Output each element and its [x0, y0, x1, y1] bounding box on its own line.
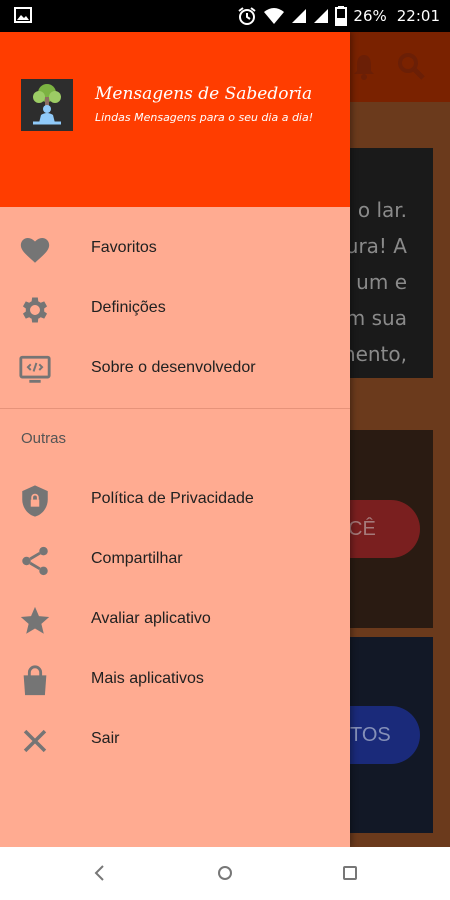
- clock: 22:01: [396, 7, 440, 25]
- menu-item-label: Sair: [91, 730, 120, 747]
- shopping-bag-icon: [18, 664, 52, 698]
- app-title: Mensagens de Sabedoria: [95, 84, 313, 104]
- app-logo: [21, 79, 73, 131]
- notification-bell-icon[interactable]: [350, 52, 378, 85]
- quote-line: ura! A: [345, 234, 407, 258]
- back-icon[interactable]: [88, 861, 112, 885]
- search-icon[interactable]: [397, 52, 425, 85]
- status-bar: 26% 22:01: [0, 0, 450, 32]
- wifi-icon: [263, 7, 285, 25]
- menu-item-label: Compartilhar: [91, 550, 183, 567]
- menu-item-avaliar[interactable]: Avaliar aplicativo: [0, 592, 350, 648]
- menu-item-favoritos[interactable]: Favoritos: [0, 221, 350, 277]
- gear-icon: [18, 293, 52, 327]
- menu-item-mais-aplicativos[interactable]: Mais aplicativos: [0, 652, 350, 708]
- menu-item-label: Favoritos: [91, 239, 157, 256]
- gallery-notification-icon: [14, 7, 32, 23]
- drawer-header: Mensagens de Sabedoria Lindas Mensagens …: [0, 32, 350, 207]
- home-icon[interactable]: [213, 861, 237, 885]
- heart-icon: [18, 233, 52, 267]
- quote-line: o lar.: [357, 198, 407, 222]
- menu-item-label: Mais aplicativos: [91, 670, 204, 687]
- alarm-icon: [237, 6, 257, 26]
- recents-icon[interactable]: [338, 861, 362, 885]
- battery-percent: 26%: [353, 7, 387, 25]
- menu-item-compartilhar[interactable]: Compartilhar: [0, 532, 350, 588]
- menu-item-label: Avaliar aplicativo: [91, 610, 211, 627]
- menu-item-definicoes[interactable]: Definições: [0, 281, 350, 337]
- quote-line: m sua: [345, 306, 407, 330]
- battery-icon: [335, 6, 348, 26]
- menu-item-label: Sobre o desenvolvedor: [91, 359, 256, 376]
- menu-item-sair[interactable]: Sair: [0, 712, 350, 768]
- menu-item-label: Definições: [91, 299, 166, 316]
- menu-item-privacidade[interactable]: Política de Privacidade: [0, 472, 350, 528]
- signal-icon-2: [313, 8, 329, 24]
- menu-item-sobre[interactable]: Sobre o desenvolvedor: [0, 341, 350, 397]
- app-subtitle: Lindas Mensagens para o seu dia a dia!: [95, 111, 314, 124]
- shield-lock-icon: [18, 484, 52, 518]
- menu-item-label: Política de Privacidade: [91, 490, 254, 507]
- developer-monitor-icon: [18, 353, 52, 387]
- star-icon: [18, 604, 52, 638]
- quote-line: um e: [356, 270, 407, 294]
- navigation-drawer: Mensagens de Sabedoria Lindas Mensagens …: [0, 32, 350, 847]
- section-title-outras: Outras: [21, 430, 67, 447]
- share-icon: [18, 544, 52, 578]
- divider: [0, 408, 350, 409]
- signal-icon: [291, 8, 307, 24]
- close-icon: [18, 724, 52, 758]
- system-navigation-bar: [0, 847, 450, 900]
